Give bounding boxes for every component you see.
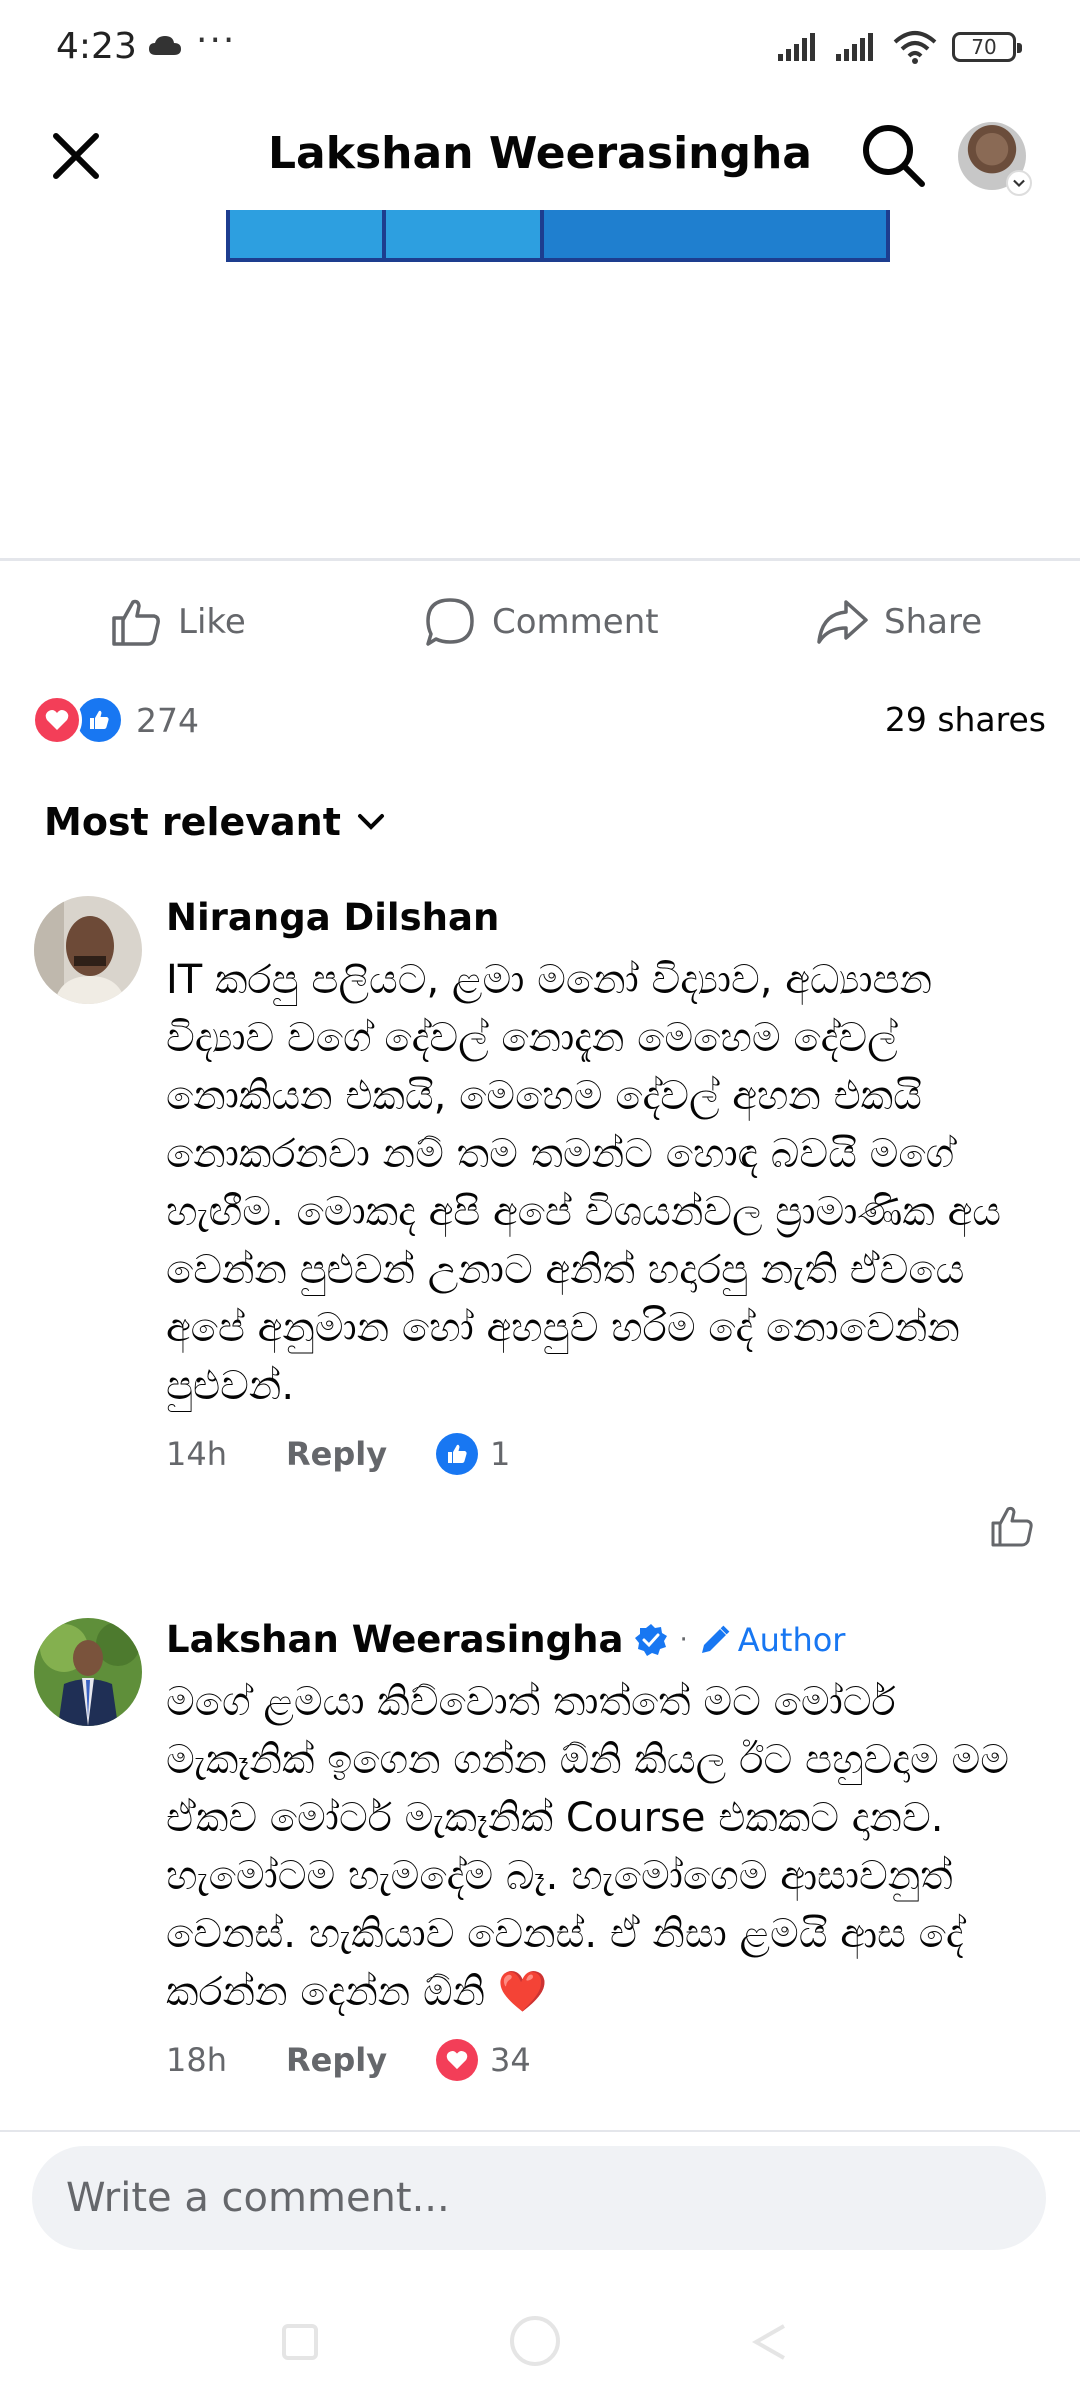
- comment-text: IT කරපු පලියට, ළමා මනෝ විද්‍යාව, අධ්‍යාප…: [166, 957, 1001, 1409]
- chevron-down-icon: [1006, 170, 1032, 196]
- status-more-icon: ···: [196, 20, 237, 61]
- post-image[interactable]: [0, 210, 1080, 560]
- author-badge: Author: [698, 1620, 846, 1659]
- recents-icon[interactable]: [278, 2320, 322, 2364]
- signal-icon-2: [836, 33, 873, 61]
- like-icon: [112, 599, 160, 646]
- back-icon[interactable]: [748, 2320, 792, 2364]
- comment-icon: [426, 598, 474, 646]
- comment-time: 14h: [166, 1435, 227, 1473]
- pencil-icon: [701, 1625, 730, 1653]
- post-action-bar: Like Comment Share: [0, 562, 1080, 680]
- comment-meta: 14h Reply 1: [166, 1429, 1040, 1479]
- reaction-count: 274: [136, 700, 199, 740]
- comment-like-icon[interactable]: [988, 1502, 1036, 1550]
- reply-button[interactable]: Reply: [286, 2041, 436, 2079]
- comment-like-count[interactable]: 34: [490, 2041, 531, 2079]
- commenter-name[interactable]: Niranga Dilshan: [166, 896, 1040, 939]
- reply-button[interactable]: Reply: [286, 1435, 436, 1473]
- status-bar: 4:23 ··· 70: [0, 0, 1080, 100]
- verified-badge-icon: [635, 1623, 668, 1656]
- comment-text: මගේ ළමයා කිව්වොත් තාත්තේ මට මෝටර් මැකෑනි…: [166, 1679, 1010, 2015]
- sort-label: Most relevant: [44, 800, 341, 844]
- cloud-icon: [149, 36, 181, 55]
- comment-time: 18h: [166, 2041, 227, 2079]
- comment-meta: 18h Reply 34: [166, 2035, 1040, 2085]
- separator-dot: ·: [679, 1624, 688, 1655]
- shares-count[interactable]: 29 shares: [885, 700, 1046, 739]
- battery-icon: 70: [952, 32, 1022, 62]
- post-image-graphic: [226, 210, 890, 262]
- comment-body: Lakshan Weerasingha · Author මගේ ළමයා කි…: [166, 1618, 1040, 2085]
- wifi-icon: [893, 31, 937, 64]
- share-button[interactable]: Share: [814, 592, 982, 652]
- comment-body: Niranga Dilshan IT කරපු පලියට, ළමා මනෝ ව…: [166, 896, 1040, 1479]
- home-icon[interactable]: [506, 2312, 564, 2370]
- system-nav-bar: [0, 2280, 1080, 2400]
- commenter-name-row: Lakshan Weerasingha · Author: [166, 1618, 1040, 1661]
- divider: [0, 558, 1080, 561]
- like-button[interactable]: Like: [108, 592, 246, 652]
- like-label: Like: [178, 602, 246, 642]
- share-label: Share: [884, 602, 983, 642]
- commenter-avatar[interactable]: [34, 1618, 142, 1726]
- status-indicators: 70: [776, 30, 1022, 64]
- love-reaction-icon: [436, 2039, 478, 2081]
- comment-button[interactable]: Comment: [422, 592, 659, 652]
- like-reaction-icon: [436, 1433, 478, 1475]
- share-icon: [817, 600, 868, 644]
- comment-input[interactable]: [32, 2146, 1046, 2250]
- status-time: 4:23: [56, 26, 137, 67]
- author-label: Author: [737, 1620, 846, 1659]
- commenter-name[interactable]: Lakshan Weerasingha: [166, 1618, 623, 1661]
- profile-avatar-button[interactable]: [958, 122, 1032, 196]
- comment-sort-dropdown[interactable]: Most relevant: [44, 800, 389, 844]
- comment-like-count[interactable]: 1: [490, 1435, 510, 1473]
- signal-icon: [778, 33, 815, 61]
- comment-label: Comment: [492, 602, 659, 642]
- love-reaction-icon: [32, 695, 82, 745]
- reactions-summary[interactable]: 274: [32, 690, 199, 750]
- commenter-avatar[interactable]: [34, 896, 142, 1004]
- search-icon[interactable]: [858, 120, 928, 190]
- chevron-down-icon: [357, 814, 384, 830]
- header: Lakshan Weerasingha: [0, 100, 1080, 210]
